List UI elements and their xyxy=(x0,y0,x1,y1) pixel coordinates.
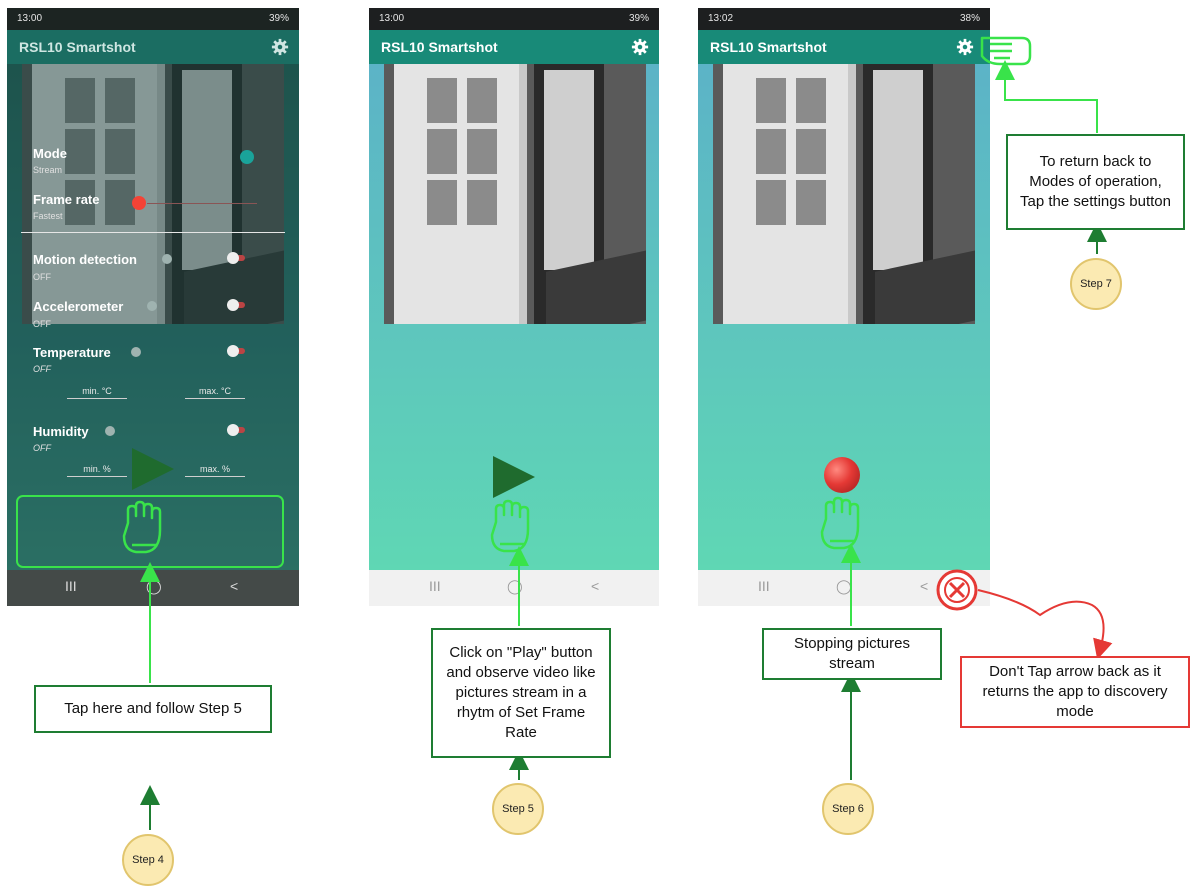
hand-icon xyxy=(980,36,1032,66)
warning-arrow xyxy=(977,589,1113,660)
hand-icon xyxy=(122,500,162,554)
hand-icon xyxy=(490,499,530,553)
arrow-line xyxy=(995,60,1098,133)
step-7-badge: Step 7 xyxy=(1070,258,1122,310)
warning-x-icon xyxy=(936,569,978,611)
callout-step7: To return back to Modes of operation, Ta… xyxy=(1006,134,1185,230)
callout-step6: Stopping pictures stream xyxy=(762,628,942,680)
step-4-badge: Step 4 xyxy=(122,834,174,886)
callout-step5: Click on "Play" button and observe video… xyxy=(431,628,611,758)
hand-icon xyxy=(820,496,860,550)
step-6-badge: Step 6 xyxy=(822,783,874,835)
callout-step4: Tap here and follow Step 5 xyxy=(34,685,272,733)
tap-highlight-box xyxy=(16,495,284,568)
callout-warning: Don't Tap arrow back as it returns the a… xyxy=(960,656,1190,728)
step-5-badge: Step 5 xyxy=(492,783,544,835)
